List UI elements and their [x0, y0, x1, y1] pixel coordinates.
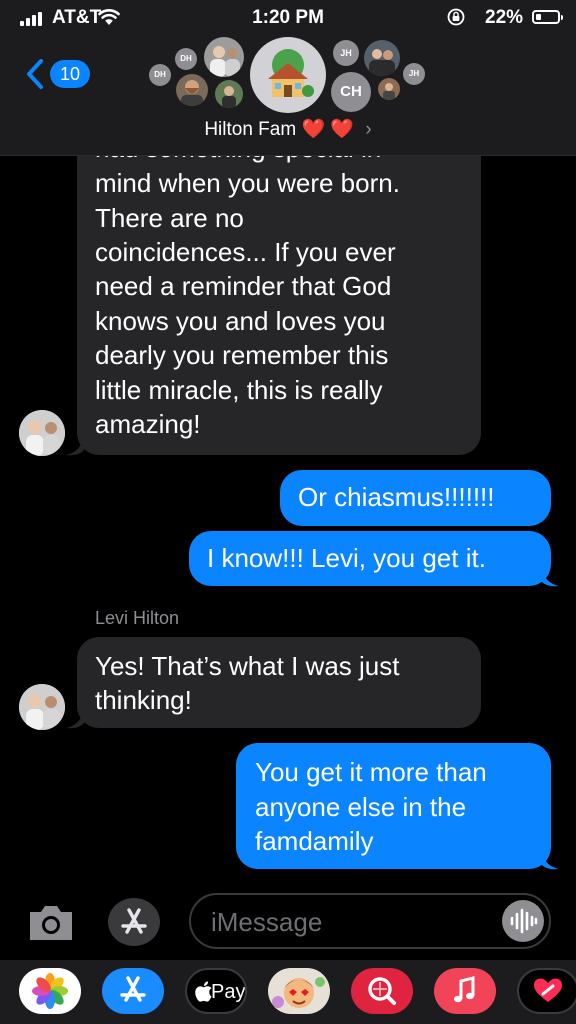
- message-line: You get it more than: [255, 757, 487, 787]
- back-button[interactable]: 10: [24, 58, 94, 90]
- sent-message-bubble[interactable]: Or chiasmus!!!!!!!: [280, 470, 551, 526]
- house-tree-icon: [268, 49, 314, 97]
- message-line: anyone else in the: [255, 792, 467, 822]
- sender-avatar[interactable]: [19, 684, 65, 730]
- member-avatar: CH: [331, 72, 371, 112]
- bubble-tail: [66, 709, 84, 729]
- message-text: I know!!! Levi, you get it.: [207, 543, 486, 573]
- app-store-icon: [121, 908, 147, 934]
- message-line: Yes! That’s what I was just: [95, 651, 400, 681]
- person-photo-icon: [215, 80, 243, 108]
- message-line: mind when you were born.: [95, 168, 400, 198]
- music-app-icon[interactable]: [434, 968, 496, 1014]
- person-photo-icon: [378, 78, 400, 100]
- member-avatar: [176, 74, 208, 106]
- member-avatar: DH: [175, 48, 197, 70]
- message-input[interactable]: [189, 893, 551, 949]
- person-photo-icon: [176, 74, 208, 106]
- message-line: coincidences... If you ever: [95, 237, 396, 267]
- photos-app-icon[interactable]: [19, 968, 81, 1014]
- battery-percent: 22%: [485, 7, 524, 28]
- orientation-lock-icon: [447, 8, 465, 26]
- audio-message-button[interactable]: [502, 900, 544, 942]
- apple-pay-icon[interactable]: Pay: [185, 968, 247, 1014]
- digital-touch-icon[interactable]: [517, 968, 576, 1014]
- person-photo-icon: [19, 410, 65, 456]
- message-line: need a reminder that God: [95, 271, 392, 301]
- member-avatar: [364, 40, 400, 76]
- message-line: knows you and loves you: [95, 306, 386, 336]
- sender-name: Levi Hilton: [95, 608, 180, 628]
- status-bar: AT&T 1:20 PM 22%: [0, 0, 576, 34]
- person-photo-icon: [204, 37, 244, 77]
- camera-icon[interactable]: [26, 902, 76, 942]
- message-line: famdamily: [255, 826, 374, 856]
- app-store-icon[interactable]: [102, 968, 164, 1014]
- person-photo-icon: [19, 684, 65, 730]
- received-message-bubble[interactable]: Yes! That’s what I was just thinking!: [77, 637, 481, 728]
- battery-icon: [532, 10, 563, 24]
- sent-message-bubble[interactable]: I know!!! Levi, you get it.: [189, 531, 551, 586]
- chevron-left-icon: [27, 59, 43, 89]
- sent-message-bubble[interactable]: You get it more than anyone else in the …: [236, 743, 551, 869]
- message-line: thinking!: [95, 685, 192, 715]
- message-line: little miracle, this is really: [95, 375, 383, 405]
- received-message-bubble[interactable]: had something special in mind when you w…: [77, 118, 481, 455]
- chevron-right-icon: ›: [365, 119, 372, 140]
- app-drawer: Pay: [0, 960, 576, 1024]
- app-store-button[interactable]: [108, 898, 160, 946]
- bubble-tail: [66, 436, 84, 456]
- member-avatar: JH: [403, 63, 425, 85]
- unread-count-badge: 10: [50, 60, 90, 88]
- bubble-tail: [541, 567, 559, 587]
- web-images-search-icon[interactable]: [351, 968, 413, 1014]
- member-avatar: JH: [333, 40, 359, 66]
- member-avatar: [204, 37, 244, 77]
- member-avatar: DH: [149, 64, 171, 86]
- conversation-header: AT&T 1:20 PM 22% 10 DH DH JH JH CH Hilto…: [0, 0, 576, 156]
- group-name-button[interactable]: Hilton Fam ❤️ ❤️ ›: [0, 117, 576, 141]
- heart-emoji: ❤️ ❤️: [301, 119, 355, 140]
- person-photo-icon: [364, 40, 400, 76]
- message-text: Or chiasmus!!!!!!!: [298, 482, 495, 512]
- memoji-icon[interactable]: [268, 968, 330, 1014]
- member-avatar: [378, 78, 400, 100]
- message-line: There are no: [95, 203, 244, 233]
- group-name: Hilton Fam: [204, 119, 297, 140]
- group-avatar[interactable]: [250, 37, 326, 113]
- bubble-tail: [541, 850, 559, 870]
- message-text-field[interactable]: [209, 905, 493, 939]
- member-avatar: [215, 80, 243, 108]
- message-line: amazing!: [95, 409, 201, 439]
- waveform-icon: [510, 908, 538, 934]
- message-line: dearly you remember this: [95, 340, 389, 370]
- apple-pay-label: Pay: [211, 981, 246, 1003]
- sender-avatar[interactable]: [19, 410, 65, 456]
